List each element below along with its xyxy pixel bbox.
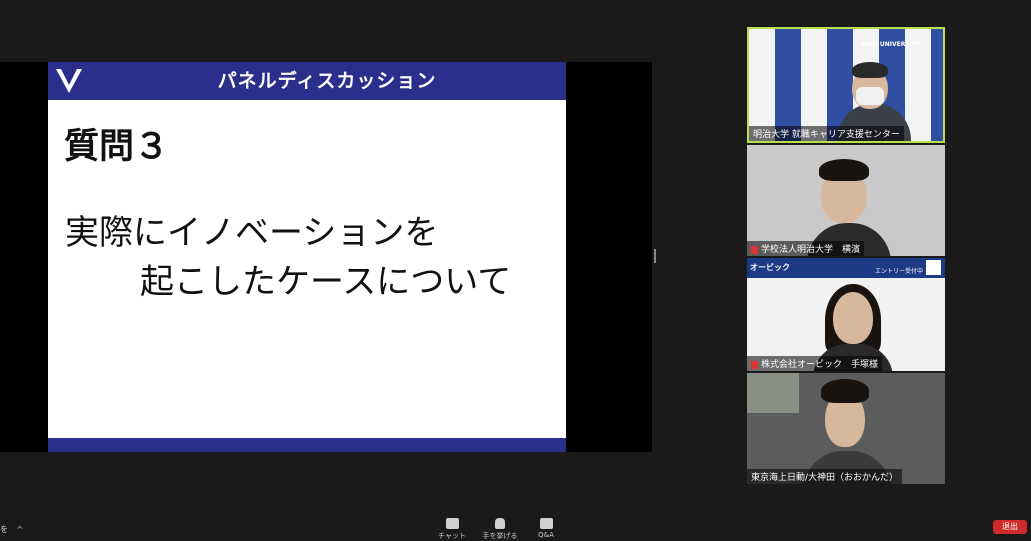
- meeting-control-bar: を ^ チャット 手を挙げる Q&A: [0, 508, 1031, 540]
- slide-body-line-1: 実際にイノベーションを: [65, 213, 439, 253]
- participant-video: [747, 145, 945, 256]
- muted-mic-icon: [751, 245, 758, 254]
- video-tile-2[interactable]: 学校法人明治大学 横濱: [747, 145, 945, 256]
- video-tile-4[interactable]: 東京海上日動/大神田（おおかんだ）: [747, 373, 945, 484]
- chevron-up-icon[interactable]: ^: [17, 525, 24, 534]
- participant-name-label: 株式会社オービック 手塚様: [747, 356, 883, 371]
- qa-icon: [539, 518, 553, 529]
- video-tile-3[interactable]: オービック エントリー受付中 株式会社オービック 手塚様: [747, 258, 945, 371]
- shared-screen: パネルディスカッション 質問３ 実際にイノベーションを 起こしたケースについて: [0, 62, 652, 452]
- video-tile-1[interactable]: MEIJI UNIVERSITY 明治大学 就職キャリア支援センター: [747, 27, 945, 143]
- slide-question-heading: 質問３: [64, 127, 170, 167]
- left-control[interactable]: を ^: [0, 524, 23, 535]
- participant-video: [747, 258, 945, 371]
- participant-video: [747, 373, 945, 484]
- presentation-slide: パネルディスカッション 質問３ 実際にイノベーションを 起こしたケースについて: [48, 62, 566, 452]
- participant-name-label: 明治大学 就職キャリア支援センター: [749, 126, 904, 141]
- qa-button[interactable]: Q&A: [526, 518, 566, 539]
- participant-name-label: 学校法人明治大学 横濱: [747, 241, 865, 256]
- slide-header-bar: パネルディスカッション: [48, 62, 566, 100]
- panel-resize-handle[interactable]: [654, 249, 656, 263]
- leave-button[interactable]: 退出: [993, 520, 1027, 534]
- slide-title: パネルディスカッション: [217, 70, 437, 92]
- participant-name-label: 東京海上日動/大神田（おおかんだ）: [747, 469, 903, 484]
- chat-icon: [445, 518, 459, 529]
- participant-video: [749, 29, 943, 141]
- hand-icon: [495, 518, 505, 529]
- muted-mic-icon: [751, 360, 758, 369]
- slide-footer-bar: [48, 438, 566, 452]
- meiji-logo-icon: [56, 68, 82, 93]
- slide-body-line-2: 起こしたケースについて: [140, 262, 512, 302]
